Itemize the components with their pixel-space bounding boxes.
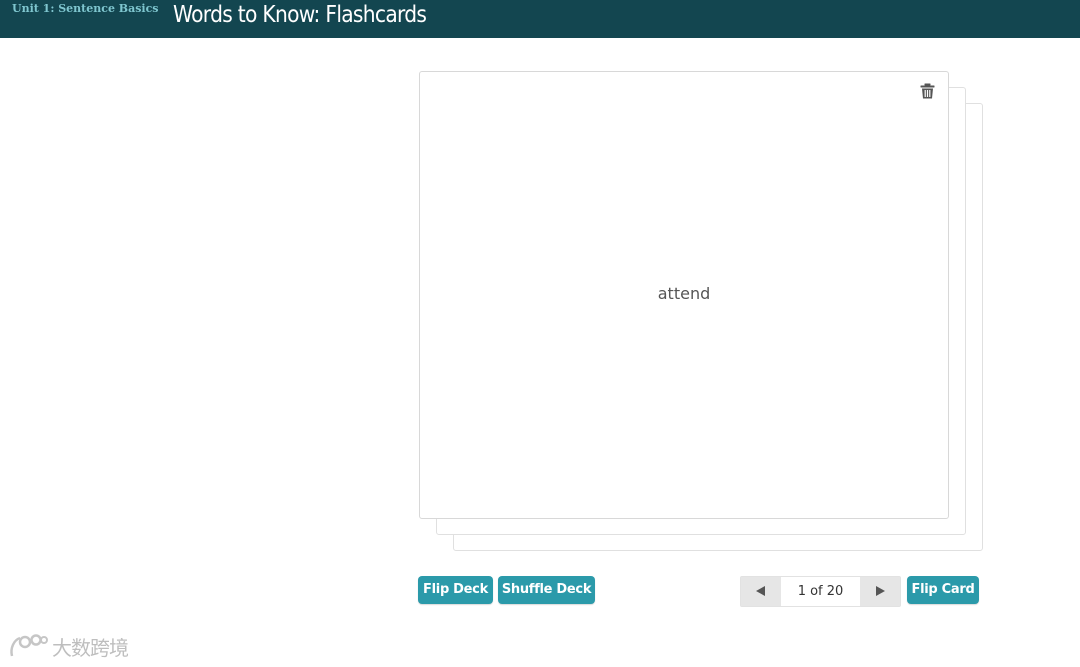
triangle-right-icon	[876, 586, 885, 596]
flip-deck-button[interactable]: Flip Deck	[418, 576, 493, 604]
flip-card-button[interactable]: Flip Card	[907, 576, 979, 604]
triangle-left-icon	[756, 586, 765, 596]
watermark: 大数跨境	[8, 630, 129, 662]
watermark-text: 大数跨境	[52, 635, 129, 660]
delete-card-button[interactable]	[920, 83, 936, 101]
unit-label: Unit 1: Sentence Basics	[12, 2, 159, 15]
watermark-logo-icon	[10, 634, 48, 657]
card-pager: 1 of 20	[740, 576, 901, 607]
top-header-bar: Unit 1: Sentence Basics Words to Know: F…	[0, 0, 1080, 38]
flashcard[interactable]: attend	[419, 71, 949, 519]
shuffle-deck-button[interactable]: Shuffle Deck	[498, 576, 595, 604]
previous-card-button[interactable]	[741, 577, 781, 606]
next-card-button[interactable]	[860, 577, 900, 606]
trash-icon	[920, 83, 935, 99]
card-word: attend	[657, 284, 711, 303]
pager-position-text: 1 of 20	[797, 584, 844, 599]
page-title: Words to Know: Flashcards	[173, 2, 427, 28]
